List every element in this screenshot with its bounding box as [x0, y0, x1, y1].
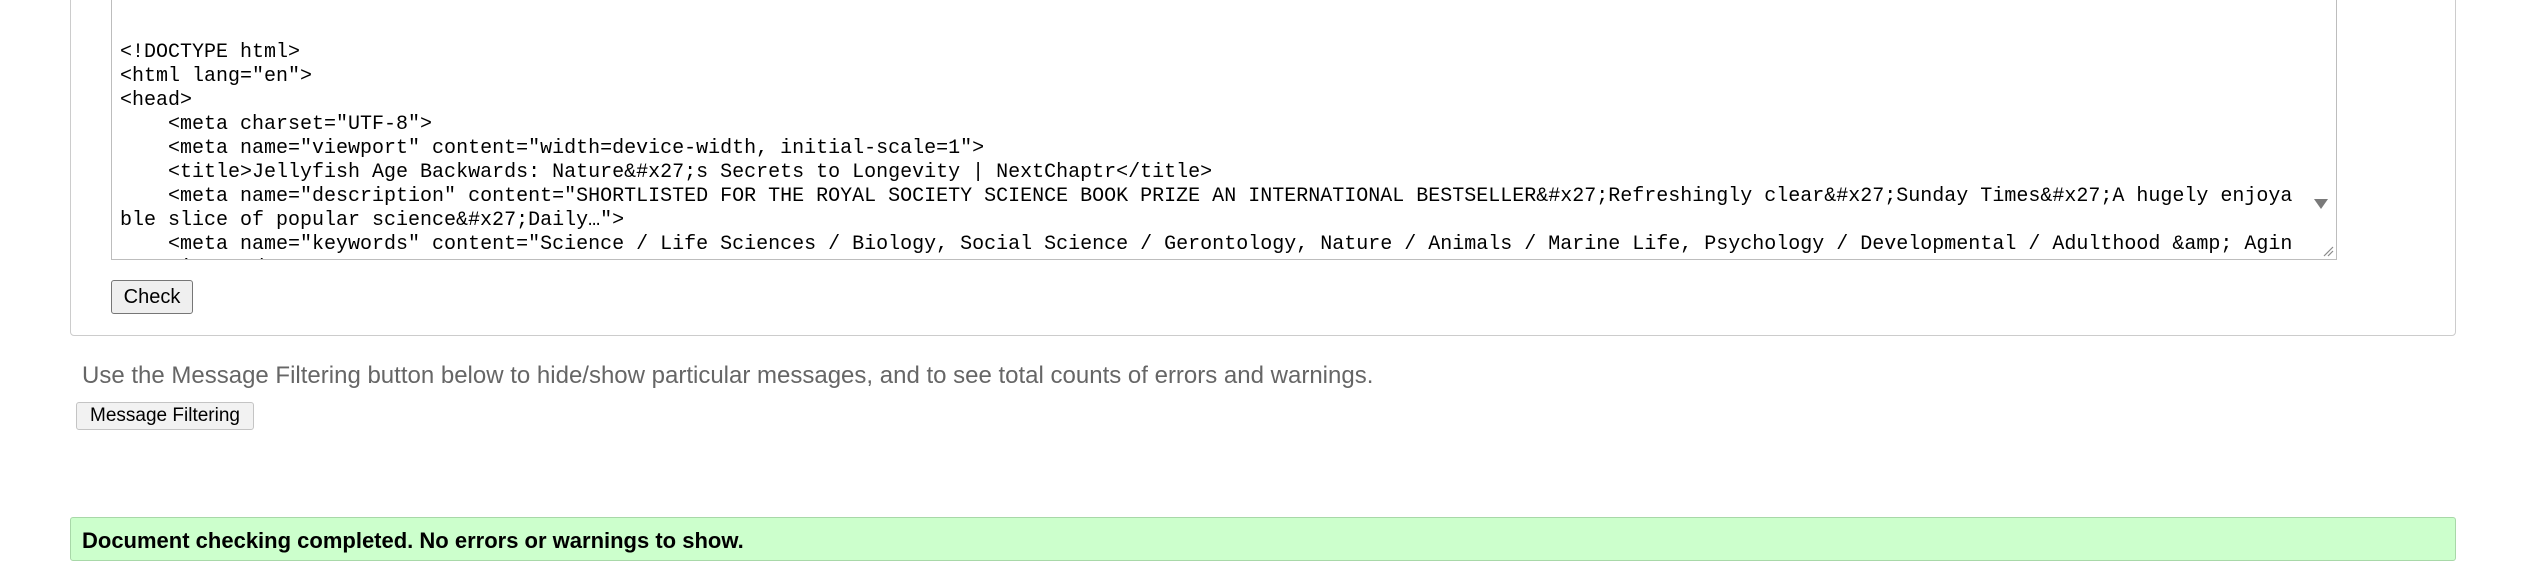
validator-form: <!DOCTYPE html> <html lang="en"> <head> …	[70, 0, 2456, 336]
check-button[interactable]: Check	[111, 280, 193, 314]
resize-grip-icon[interactable]	[2320, 243, 2334, 257]
source-code-text[interactable]: <!DOCTYPE html> <html lang="en"> <head> …	[120, 41, 2296, 259]
source-textarea[interactable]: <!DOCTYPE html> <html lang="en"> <head> …	[111, 0, 2337, 260]
result-success-banner: Document checking completed. No errors o…	[70, 517, 2456, 561]
message-filtering-button[interactable]: Message Filtering	[76, 402, 254, 430]
scroll-down-arrow-icon[interactable]	[2314, 199, 2328, 209]
result-message: Document checking completed. No errors o…	[82, 528, 744, 553]
message-filtering-note: Use the Message Filtering button below t…	[82, 362, 1374, 389]
